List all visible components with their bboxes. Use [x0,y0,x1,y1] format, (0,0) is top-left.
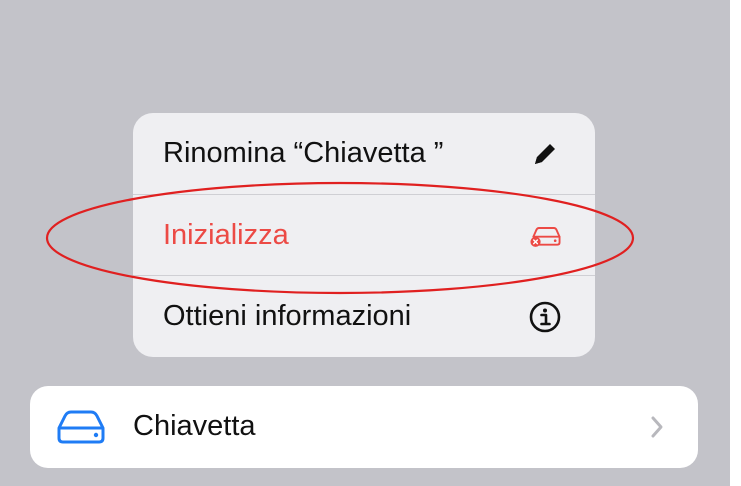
info-circle-icon [529,301,561,333]
menu-item-erase-label: Inizializza [163,219,289,251]
menu-item-rename[interactable]: Rinomina “Chiavetta ” [133,113,595,194]
menu-item-get-info[interactable]: Ottieni informazioni [133,276,595,357]
menu-item-rename-label: Rinomina “Chiavetta ” [163,137,444,169]
menu-item-erase[interactable]: Inizializza [133,195,595,276]
menu-item-get-info-label: Ottieni informazioni [163,300,412,332]
drive-list-row-label: Chiavetta [133,410,256,442]
chevron-right-icon [648,414,666,440]
context-menu: Rinomina “Chiavetta ” Inizializza Ottien… [133,113,595,357]
drive-icon [56,408,106,446]
pencil-icon [529,138,561,170]
erase-drive-icon [529,220,561,252]
edge-strip [730,0,741,486]
drive-list-row[interactable]: Chiavetta [30,386,698,468]
